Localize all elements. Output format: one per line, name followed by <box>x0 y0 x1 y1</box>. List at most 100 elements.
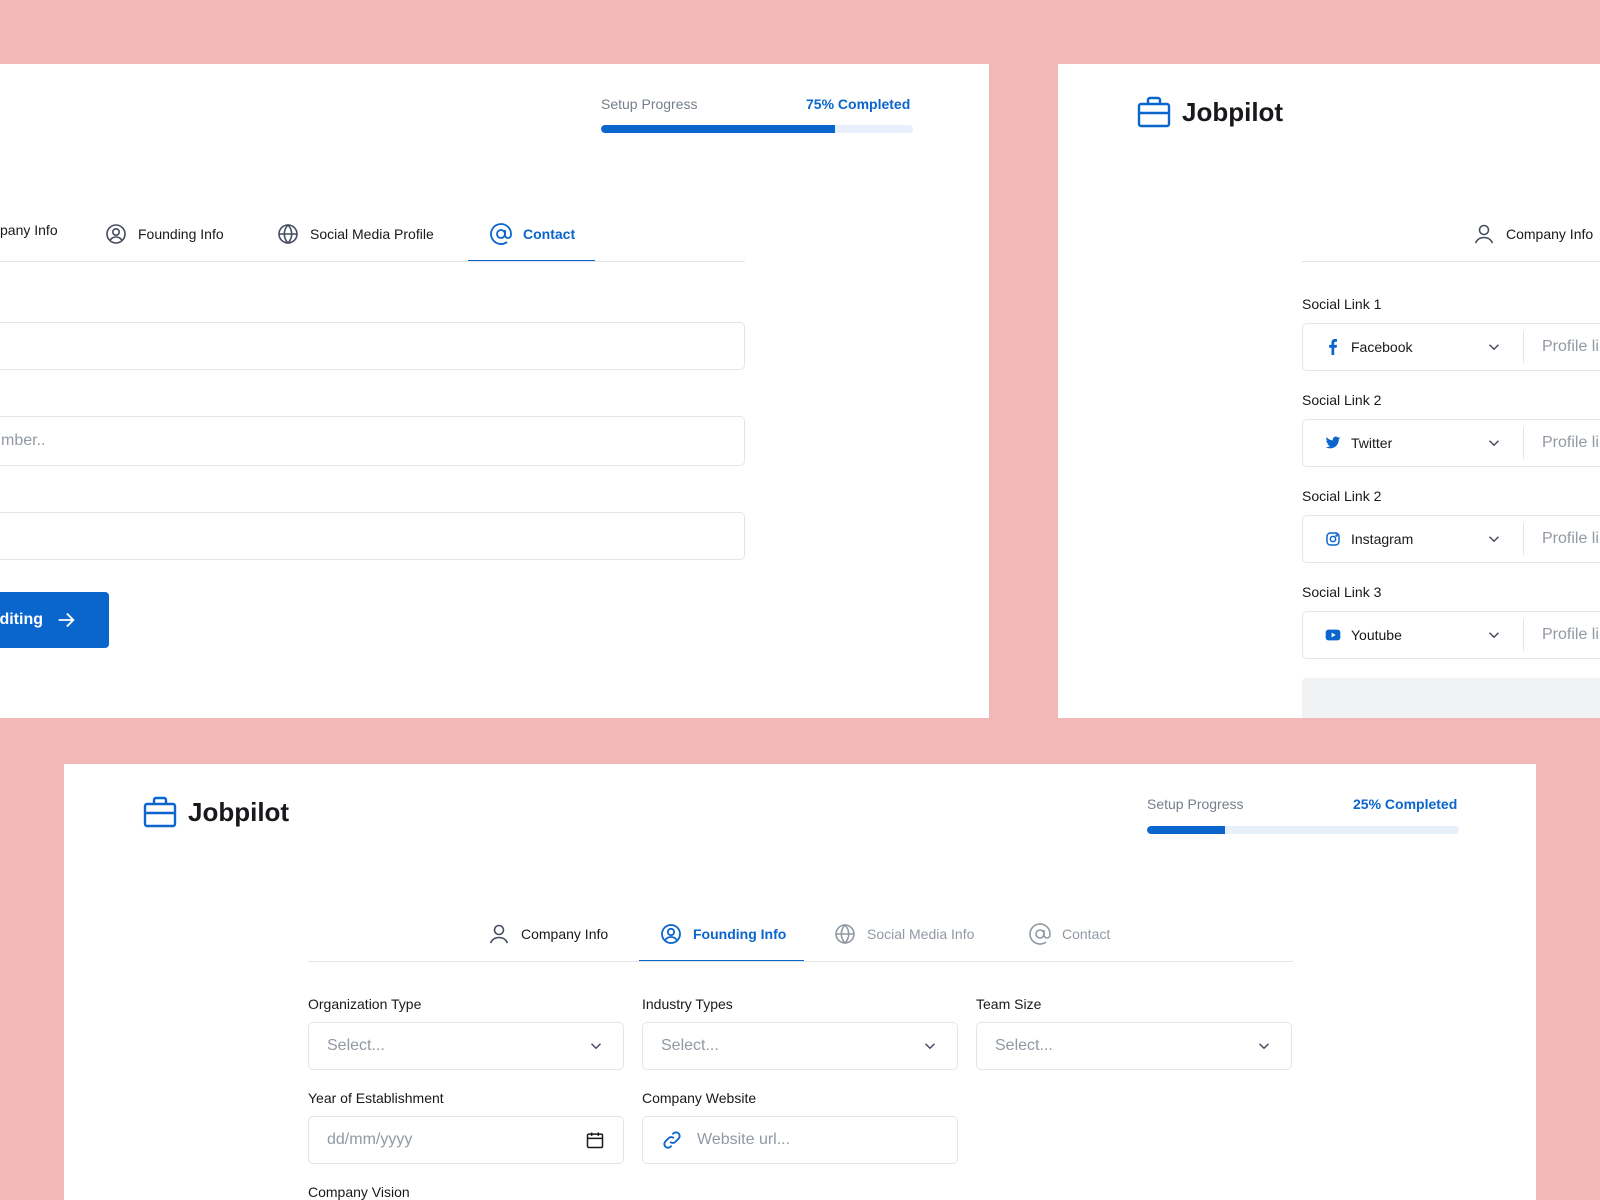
setup-progress-value: 25% Completed <box>1353 796 1458 812</box>
instagram-icon <box>1326 532 1340 546</box>
social-network-name: Twitter <box>1351 435 1393 451</box>
facebook-icon <box>1329 339 1337 355</box>
arrow-right-icon <box>58 612 75 628</box>
tab-label: Founding Info <box>138 226 224 242</box>
user-circle-icon <box>106 224 126 244</box>
tab-label: Contact <box>523 226 576 242</box>
chevron-down-icon <box>924 1043 936 1050</box>
social-network-select-1[interactable]: Facebook <box>1303 324 1523 370</box>
tab-social-media-info[interactable]: Social Media Info <box>833 922 974 946</box>
setup-progress-bar <box>1147 826 1459 834</box>
profile-link-input-2[interactable]: Profile li <box>1524 434 1599 452</box>
social-link-3-label: Social Link 2 <box>1302 488 1382 504</box>
company-website-label: Company Website <box>642 1090 757 1106</box>
contact-input-1[interactable] <box>0 322 745 370</box>
chevron-down-icon <box>1258 1043 1270 1050</box>
globe-icon <box>835 923 855 945</box>
date-placeholder: dd/mm/yyyy <box>327 1131 413 1148</box>
website-placeholder: Website url... <box>697 1131 791 1148</box>
tab-founding-info[interactable]: Founding Info <box>104 222 224 246</box>
setup-progress-label: Setup Progress <box>601 96 698 112</box>
tab-label: Company Info <box>1506 226 1594 242</box>
user-circle-icon <box>661 924 681 944</box>
social-network-select-4[interactable]: Youtube <box>1303 612 1523 658</box>
social-network-name: Facebook <box>1351 339 1413 355</box>
social-link-4-row: Youtube Profile li <box>1302 611 1600 659</box>
profile-link-input-4[interactable]: Profile li <box>1524 626 1599 644</box>
profile-link-input-1[interactable]: Profile li <box>1524 338 1599 356</box>
tab-label: pany Info <box>0 222 58 238</box>
finish-editing-button[interactable]: diting <box>0 592 109 648</box>
setup-progress-fill <box>601 125 835 133</box>
social-link-3-row: Instagram Profile li <box>1302 515 1600 563</box>
setup-progress-bar <box>601 125 913 133</box>
profile-link-input-3[interactable]: Profile li <box>1524 530 1599 548</box>
tab-company-info[interactable]: pany Info <box>0 222 58 238</box>
organization-type-label: Organization Type <box>308 996 422 1012</box>
contact-input-3[interactable] <box>0 512 745 560</box>
user-icon <box>489 924 509 944</box>
logo-text: Jobpilot <box>188 796 290 827</box>
tabs-divider <box>0 261 745 262</box>
setup-progress-fill <box>1147 826 1225 834</box>
social-link-4-label: Social Link 3 <box>1302 584 1382 600</box>
company-website-input[interactable]: Website url... <box>642 1116 958 1164</box>
organization-type-select[interactable]: Select... <box>308 1022 624 1070</box>
button-label: diting <box>0 611 43 628</box>
year-of-establishment-input[interactable]: dd/mm/yyyy <box>308 1116 624 1164</box>
tab-contact[interactable]: Contact <box>1028 922 1110 946</box>
chevron-down-icon <box>1488 632 1500 639</box>
chevron-down-icon <box>1488 536 1500 543</box>
select-placeholder: Select... <box>327 1037 385 1054</box>
contact-panel: Setup Progress 75% Completed pany Info F… <box>0 64 989 718</box>
industry-types-label: Industry Types <box>642 996 733 1012</box>
select-placeholder: Select... <box>661 1037 719 1054</box>
tab-company-info[interactable]: Company Info <box>1472 222 1593 246</box>
social-network-name: Instagram <box>1351 531 1414 547</box>
founding-info-panel: Jobpilot Setup Progress 25% Completed Co… <box>64 764 1536 1200</box>
social-media-panel: Jobpilot Company Info Social Link 1 Face… <box>1058 64 1600 718</box>
tab-company-info[interactable]: Company Info <box>487 922 608 946</box>
social-link-1-label: Social Link 1 <box>1302 296 1382 312</box>
link-icon <box>663 1131 681 1149</box>
social-network-select-3[interactable]: Instagram <box>1303 516 1523 562</box>
input-placeholder: mber.. <box>1 432 46 449</box>
globe-icon <box>278 223 298 245</box>
briefcase-icon <box>1137 96 1171 128</box>
chevron-down-icon <box>1488 440 1500 447</box>
social-link-2-row: Twitter Profile li <box>1302 419 1600 467</box>
tab-founding-info[interactable]: Founding Info <box>659 922 786 946</box>
briefcase-icon <box>143 796 177 828</box>
at-sign-icon <box>1029 923 1051 945</box>
add-social-link-button[interactable] <box>1302 678 1600 718</box>
tab-contact[interactable]: Contact <box>489 222 575 246</box>
select-placeholder: Select... <box>995 1037 1053 1054</box>
social-network-select-2[interactable]: Twitter <box>1303 420 1523 466</box>
industry-types-select[interactable]: Select... <box>642 1022 958 1070</box>
twitter-icon <box>1325 436 1341 449</box>
tabs-divider <box>1302 261 1600 262</box>
tabs-divider <box>308 961 1293 962</box>
year-of-establishment-label: Year of Establishment <box>308 1090 444 1106</box>
social-network-name: Youtube <box>1351 627 1402 643</box>
setup-progress-label: Setup Progress <box>1147 796 1244 812</box>
at-sign-icon <box>490 223 512 245</box>
tab-label: Company Info <box>521 926 609 942</box>
phone-number-input[interactable]: mber.. <box>0 416 745 466</box>
jobpilot-logo[interactable]: Jobpilot <box>142 794 289 830</box>
user-icon <box>1474 224 1494 244</box>
calendar-icon[interactable] <box>585 1130 605 1150</box>
social-link-2-label: Social Link 2 <box>1302 392 1382 408</box>
logo-text: Jobpilot <box>1182 96 1284 127</box>
team-size-label: Team Size <box>976 996 1042 1012</box>
team-size-select[interactable]: Select... <box>976 1022 1292 1070</box>
jobpilot-logo[interactable]: Jobpilot <box>1136 94 1283 130</box>
social-link-1-row: Facebook Profile li <box>1302 323 1600 371</box>
chevron-down-icon <box>1488 344 1500 351</box>
chevron-down-icon <box>590 1043 602 1050</box>
tab-social-media-profile[interactable]: Social Media Profile <box>276 222 434 246</box>
setup-progress-value: 75% Completed <box>806 96 911 112</box>
tab-label: Founding Info <box>693 926 787 942</box>
company-vision-label: Company Vision <box>308 1184 410 1200</box>
youtube-icon <box>1325 629 1341 641</box>
